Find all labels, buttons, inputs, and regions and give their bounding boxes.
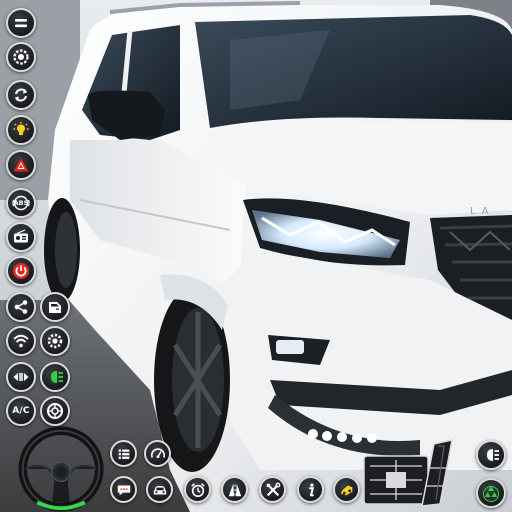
road-icon	[228, 483, 241, 496]
tow-button[interactable]	[333, 476, 360, 503]
radio-icon	[14, 229, 28, 243]
grid-menu-button[interactable]	[110, 440, 137, 467]
hazard-triangle-icon	[13, 158, 29, 172]
chat-button[interactable]	[110, 476, 137, 503]
abs-button[interactable]	[6, 188, 36, 218]
share-icon	[14, 300, 28, 314]
chat-icon	[117, 485, 130, 495]
left-right-arrows-icon	[13, 373, 29, 381]
refresh-camera-icon	[15, 88, 27, 102]
power-icon	[13, 263, 29, 279]
recycle-button[interactable]	[476, 478, 506, 508]
steering-wheel[interactable]	[18, 426, 104, 512]
tools-button[interactable]	[259, 476, 286, 503]
wheel-config-button[interactable]	[40, 396, 70, 426]
info-button[interactable]	[297, 476, 324, 503]
high-beam-icon	[487, 449, 499, 461]
tools-icon	[266, 482, 280, 496]
svg-text:LA: LA	[470, 206, 495, 217]
info-icon	[308, 483, 314, 496]
high-beam-button[interactable]	[476, 440, 506, 470]
grid-menu-icon	[118, 449, 129, 459]
car-front-icon	[153, 485, 166, 494]
abs-icon	[12, 195, 30, 211]
speedometer-icon	[150, 447, 165, 458]
car-door-icon	[49, 302, 61, 313]
settings-button[interactable]	[6, 42, 36, 72]
indicator-button[interactable]	[6, 362, 36, 392]
headlight-button[interactable]	[40, 362, 70, 392]
wifi-button[interactable]	[6, 326, 36, 356]
tire-icon	[47, 403, 63, 419]
car-button[interactable]	[146, 476, 173, 503]
car-tow-icon	[340, 485, 352, 495]
hazard-button[interactable]	[6, 150, 36, 180]
gear-badge-icon	[13, 49, 29, 65]
car-door-button[interactable]	[40, 292, 70, 322]
lights-button[interactable]	[6, 115, 36, 145]
alarm-clock-icon	[190, 482, 205, 497]
menu-icon	[15, 19, 27, 28]
alarm-button[interactable]	[184, 476, 211, 503]
camera-toggle-button[interactable]	[6, 80, 36, 110]
recycle-icon	[483, 486, 499, 502]
headlight-icon	[51, 371, 63, 383]
lightbulb-icon	[13, 122, 29, 135]
ac-icon: A/C	[12, 406, 30, 416]
gear-shifter[interactable]	[362, 438, 472, 508]
speedometer-button[interactable]	[144, 440, 171, 467]
ac-button[interactable]: A/C	[6, 396, 36, 426]
road-button[interactable]	[221, 476, 248, 503]
engine-icon	[47, 333, 63, 349]
engine-power-button[interactable]	[6, 256, 36, 286]
radio-button[interactable]	[6, 222, 36, 252]
share-button[interactable]	[6, 292, 36, 322]
menu-button[interactable]	[6, 8, 36, 38]
wifi-icon	[13, 334, 29, 348]
engine-button[interactable]	[40, 326, 70, 356]
